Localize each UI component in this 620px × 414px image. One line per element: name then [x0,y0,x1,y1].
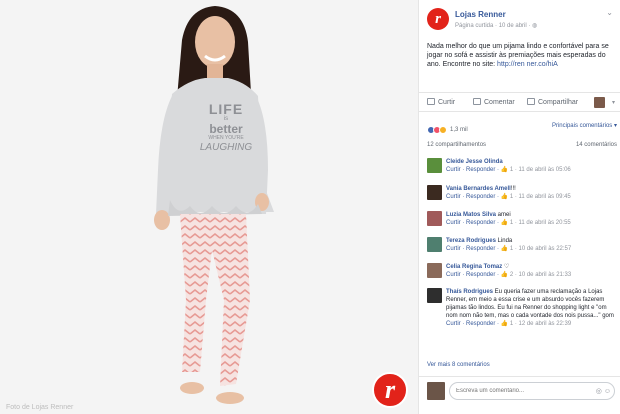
commenter-avatar[interactable] [427,288,442,303]
post-link[interactable]: http://ren ner.co/hiA [497,61,558,68]
comment-timestamp: 2 · 10 de abril às 21:33 [508,272,572,278]
share-button[interactable]: Compartilhar [527,98,578,106]
share-comment-counts: 12 compartilhamentos 14 comentários [427,142,617,148]
comment-body: Celia Regina Tomaz ♡ Curtir · Responder … [446,263,618,279]
comment-body: Luzia Matos Silva amei Curtir · Responde… [446,211,618,227]
share-label: Compartilhar [538,99,579,106]
comment-body: Tereza Rodrigues Linda Curtir · Responde… [446,237,618,253]
commenter-avatar[interactable] [427,263,442,278]
comment-button[interactable]: Comentar [473,98,515,106]
comment-timestamp: 1 · 11 de abril às 20:55 [508,220,571,226]
globe-icon: ◍ [532,23,538,29]
comment-meta: Curtir · Responder · 👍 1 · 12 de abril à… [446,320,618,328]
haha-reaction-icon [439,125,447,134]
comment-meta: Curtir · Responder · 👍 1 · 11 de abril à… [446,193,618,201]
audience-chevron-down-icon[interactable]: ▾ [612,99,615,106]
comment-filter-dropdown[interactable]: Principais comentários ▾ [552,122,617,129]
commenter-avatar[interactable] [427,158,442,173]
page-avatar[interactable]: r [427,8,449,30]
photo[interactable]: LIFE is better WHEN YOU'RE LAUGHING Foto… [0,0,418,414]
comment-composer: ◎ ☺ [419,376,620,414]
like-button[interactable]: Curtir [427,98,455,106]
reactions-summary[interactable]: 1,3 mil Principais comentários ▾ [427,121,617,134]
comment-text: Linda [495,238,513,244]
post-meta-text: Página curtida · 10 de abril · [455,23,533,29]
comment-timestamp: 1 · 11 de abril às 05:06 [508,167,571,173]
comment-actions[interactable]: Curtir · Responder · [446,167,501,173]
comment-text: !!! [510,186,516,192]
share-icon [527,98,535,105]
commenter-name[interactable]: Vania Bernardes Amell [446,186,511,192]
photo-caption: Foto de Lojas Renner [6,404,74,411]
comment-actions[interactable]: Curtir · Responder · [446,220,501,226]
post-text: Nada melhor do que um pijama lindo e con… [427,42,613,69]
post-options-chevron-icon[interactable]: ⌄ [606,8,613,17]
comment-actions[interactable]: Curtir · Responder · [446,194,501,200]
reactor-avatar[interactable] [594,97,605,108]
comment-body: Vania Bernardes Amell!!! Curtir · Respon… [446,185,618,201]
shirt-text-4: WHEN YOU'RE [208,135,244,141]
commenter-avatar[interactable] [427,185,442,200]
thumbs-up-icon [427,98,435,105]
view-more-comments-link[interactable]: Ver mais 8 comentários [427,362,490,368]
composer-icons[interactable]: ◎ ☺ [596,387,611,395]
reaction-count: 1,3 mil [450,126,468,133]
comment-text: ♡ [502,264,510,270]
commenter-name[interactable]: Cleide Jesse Olinda [446,159,503,165]
photo-viewer: LIFE is better WHEN YOU'RE LAUGHING Foto… [0,0,620,414]
shirt-text-3: better [209,122,243,136]
model-illustration [0,0,418,414]
comment-timestamp: 1 · 10 de abril às 22:57 [508,246,572,252]
commenter-avatar[interactable] [427,237,442,252]
shares-count[interactable]: 12 compartilhamentos [427,142,486,148]
commenter-name[interactable]: Thaís Rodrigues [446,289,493,295]
comment-actions[interactable]: Curtir · Responder · [446,246,501,252]
comment-actions[interactable]: Curtir · Responder · [446,321,501,327]
comment-meta: Curtir · Responder · 👍 2 · 10 de abril à… [446,271,618,279]
like-label: Curtir [438,99,456,106]
shirt-text-5: LAUGHING [199,142,253,153]
comment-input[interactable] [449,382,615,400]
commenter-avatar[interactable] [427,211,442,226]
action-bar: Curtir Comentar Compartilhar ▾ [419,92,620,112]
comments-count[interactable]: 14 comentários [576,142,617,148]
brand-watermark-icon: r [372,372,408,408]
comment-timestamp: 1 · 12 de abril às 22:39 [508,321,572,327]
commenter-name[interactable]: Luzia Matos Silva [446,212,496,218]
page-name-link[interactable]: Lojas Renner [455,10,506,19]
shirt-print: LIFE is better WHEN YOU'RE LAUGHING [196,102,256,154]
shirt-text-1: LIFE [208,101,244,117]
post-meta: Página curtida · 10 de abril · ◍ [455,22,537,29]
comment-body: Cleide Jesse Olinda Curtir · Responder ·… [446,158,618,174]
comment-timestamp: 1 · 11 de abril às 09:45 [508,194,571,200]
comment-meta: Curtir · Responder · 👍 1 · 11 de abril à… [446,219,618,227]
comment-meta: Curtir · Responder · 👍 1 · 10 de abril à… [446,245,618,253]
comment-text: amei [496,212,511,218]
comment-icon [473,98,481,105]
commenter-name[interactable]: Tereza Rodrigues [446,238,496,244]
current-user-avatar [427,382,445,400]
post-panel: r Lojas Renner Página curtida · 10 de ab… [418,0,620,414]
comment-meta: Curtir · Responder · 👍 1 · 11 de abril à… [446,166,618,174]
comment-label: Comentar [484,99,515,106]
comment-body: Thaís Rodrigues Eu queria fazer uma recl… [446,288,618,328]
comment-actions[interactable]: Curtir · Responder · [446,272,501,278]
post-header: r Lojas Renner Página curtida · 10 de ab… [427,6,617,36]
commenter-name[interactable]: Celia Regina Tomaz [446,264,502,270]
